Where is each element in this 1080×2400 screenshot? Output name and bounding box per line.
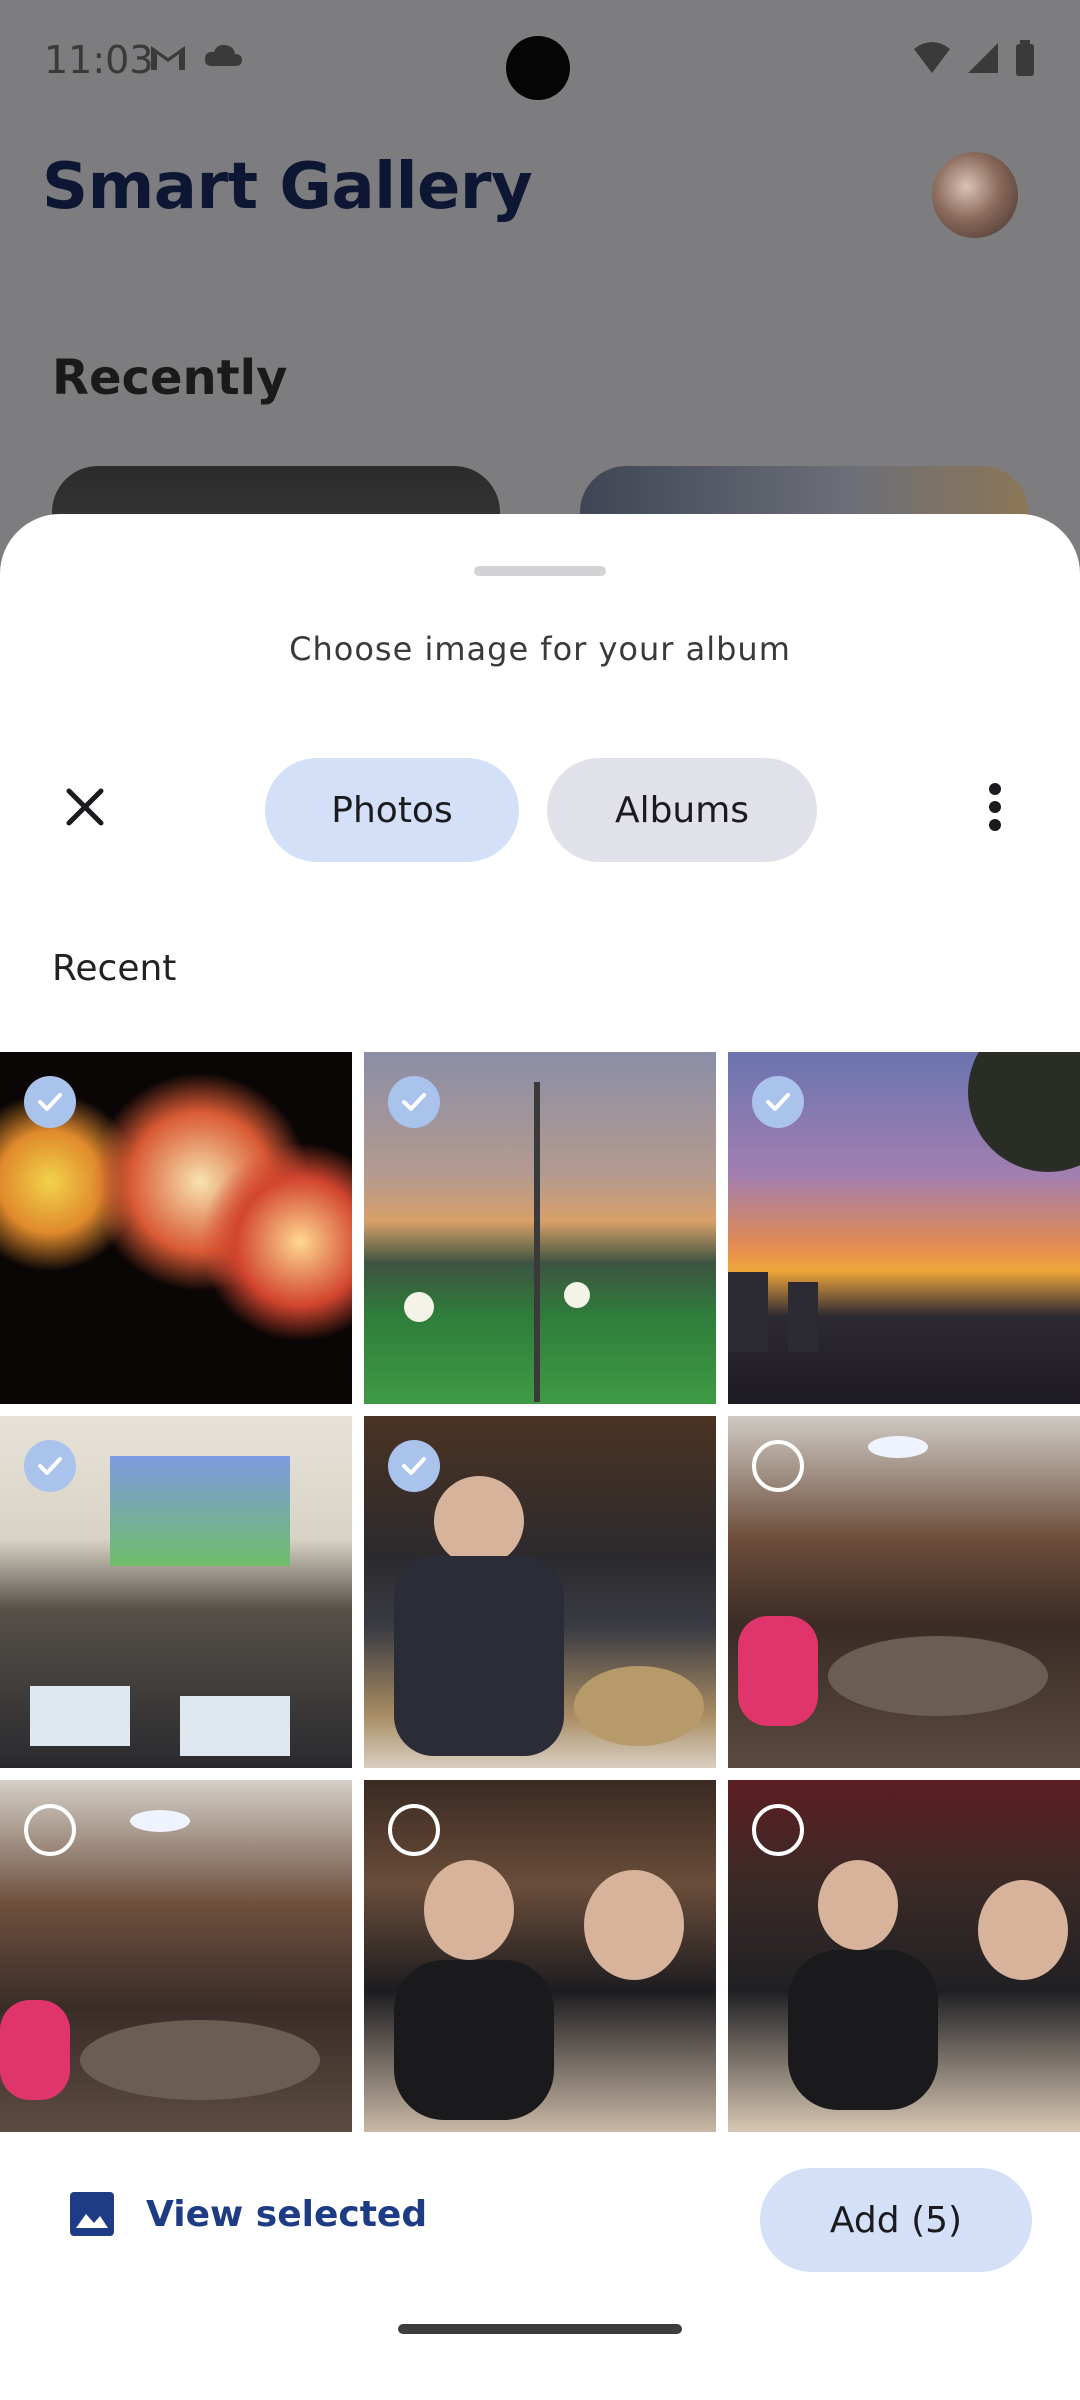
gmail-icon <box>151 46 185 70</box>
photo-thumbnail-city-sunset[interactable] <box>728 1052 1080 1404</box>
camera-cutout <box>506 36 570 100</box>
wifi-icon <box>914 42 950 73</box>
image-icon <box>70 2192 114 2236</box>
photo-thumbnail-fireworks[interactable] <box>0 1052 352 1404</box>
drag-handle[interactable] <box>474 566 606 576</box>
view-selected-button[interactable]: View selected <box>68 2190 427 2238</box>
check-icon <box>38 1457 62 1475</box>
section-title-recent: Recent <box>52 948 177 989</box>
photo-grid <box>0 1052 1080 2132</box>
view-selected-label: View selected <box>146 2193 428 2235</box>
photo-checkbox-unchecked[interactable] <box>752 1804 804 1856</box>
photo-checkbox-checked[interactable] <box>24 1440 76 1492</box>
photo-checkbox-checked[interactable] <box>752 1076 804 1128</box>
add-button[interactable]: Add (5) <box>760 2168 1032 2272</box>
home-indicator[interactable] <box>398 2324 682 2334</box>
photo-checkbox-unchecked[interactable] <box>24 1804 76 1856</box>
photo-checkbox-checked[interactable] <box>388 1076 440 1128</box>
status-bar: 11:03 <box>0 0 1080 120</box>
photo-thumbnail-dinner-group[interactable] <box>728 1416 1080 1768</box>
photo-checkbox-unchecked[interactable] <box>752 1440 804 1492</box>
sheet-title: Choose image for your album <box>289 630 791 668</box>
cloud-icon <box>204 44 242 66</box>
photo-thumbnail-man-pouring[interactable] <box>364 1416 716 1768</box>
avatar[interactable] <box>932 152 1018 238</box>
more-vert-icon <box>989 783 1001 831</box>
signal-icon <box>968 43 998 73</box>
check-icon <box>766 1093 790 1111</box>
status-right-icons <box>912 40 1036 76</box>
check-icon <box>38 1093 62 1111</box>
photo-checkbox-checked[interactable] <box>24 1076 76 1128</box>
check-icon <box>402 1093 426 1111</box>
photo-checkbox-checked[interactable] <box>388 1440 440 1492</box>
source-tabs: Photos Albums <box>265 758 817 862</box>
photo-thumbnail-dinner-group-wide[interactable] <box>0 1780 352 2132</box>
close-icon <box>66 788 104 826</box>
image-picker-sheet: Choose image for your album Photos Album… <box>0 514 1080 2400</box>
status-left-icons <box>148 40 244 74</box>
section-title-recently: Recently <box>52 350 288 406</box>
photo-checkbox-unchecked[interactable] <box>388 1804 440 1856</box>
more-options-button[interactable] <box>960 772 1030 842</box>
photo-thumbnail-group-presentation[interactable] <box>0 1416 352 1768</box>
tab-photos[interactable]: Photos <box>265 758 519 862</box>
photo-thumbnail-friends[interactable] <box>364 1780 716 2132</box>
check-icon <box>402 1457 426 1475</box>
close-button[interactable] <box>50 772 120 842</box>
app-title: Smart Gallery <box>42 150 533 224</box>
photo-thumbnail-friends-2[interactable] <box>728 1780 1080 2132</box>
battery-icon <box>1016 40 1034 76</box>
tab-albums[interactable]: Albums <box>547 758 817 862</box>
photo-thumbnail-football-field[interactable] <box>364 1052 716 1404</box>
status-time: 11:03 <box>44 38 154 82</box>
background-app: 11:03 Smart Gallery Recently <box>0 0 1080 646</box>
